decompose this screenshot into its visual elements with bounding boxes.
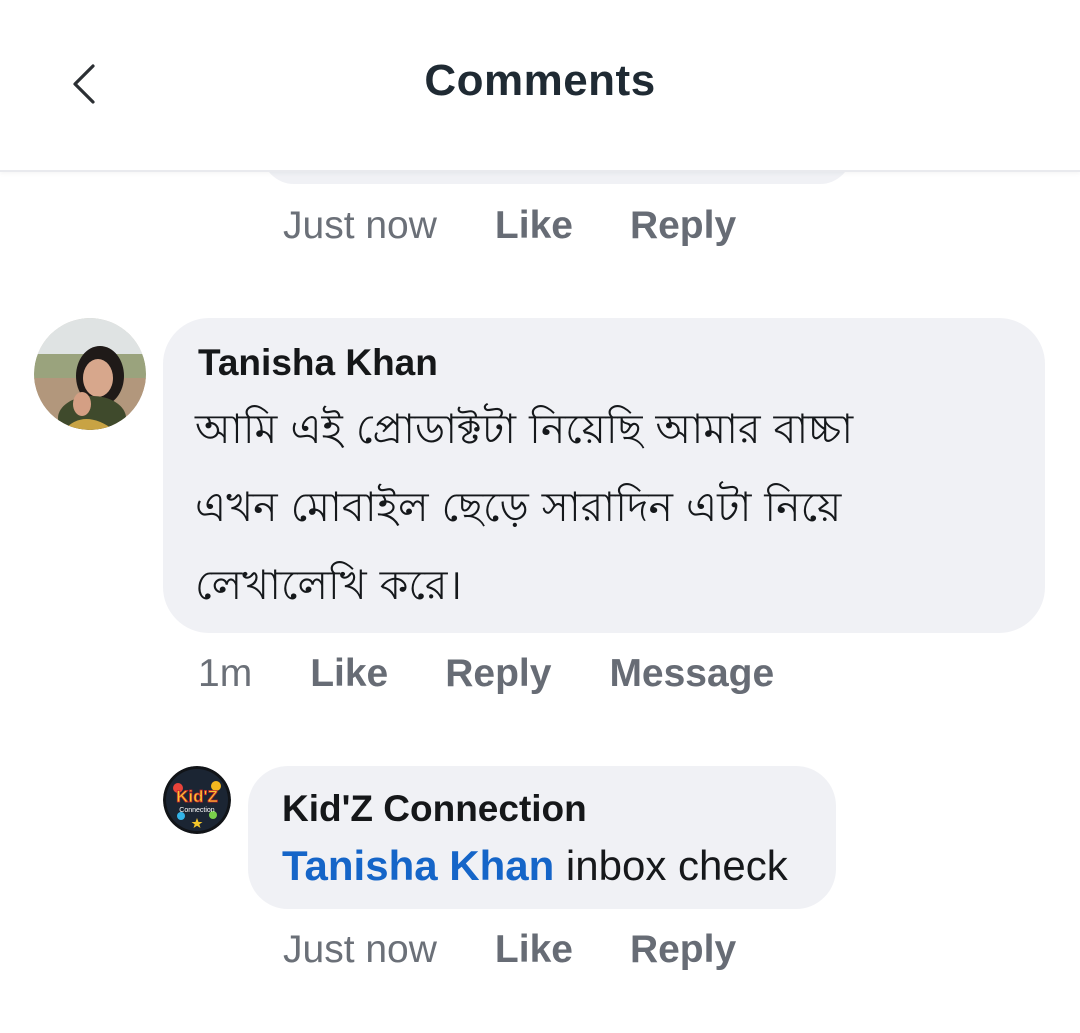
logo-subtitle: Connection	[179, 807, 215, 814]
like-button[interactable]: Like	[495, 928, 573, 972]
reply-button[interactable]: Reply	[630, 928, 736, 972]
page-title: Comments	[424, 56, 656, 105]
user-avatar-photo	[34, 318, 146, 430]
comment-bubble[interactable]: Tanisha Khan আমি এই প্রোডাক্টটা নিয়েছি …	[163, 318, 1045, 633]
reply-actions: Just now Like Reply	[283, 928, 736, 972]
kidz-connection-logo: Kid'Z Connection	[163, 766, 231, 834]
comment-timestamp: Just now	[283, 928, 437, 971]
like-button[interactable]: Like	[310, 652, 388, 696]
like-button[interactable]: Like	[495, 204, 573, 248]
comment-text-line: আমি এই প্রোডাক্টটা নিয়েছি আমার বাচ্চা	[195, 405, 854, 453]
reply-message: inbox check	[554, 842, 788, 889]
avatar[interactable]	[34, 318, 146, 430]
comment-actions: 1m Like Reply Message	[198, 652, 774, 696]
comment-timestamp: 1m	[198, 652, 253, 695]
message-button[interactable]: Message	[609, 652, 774, 696]
top-bar: Comments	[0, 0, 1080, 172]
reply-author-name[interactable]: Kid'Z Connection	[282, 788, 587, 830]
reply-button[interactable]: Reply	[445, 652, 551, 696]
reply-button[interactable]: Reply	[630, 204, 736, 248]
reply-text: Tanisha Khan inbox check	[282, 842, 788, 890]
mention-link[interactable]: Tanisha Khan	[282, 842, 554, 889]
comment-author-name[interactable]: Tanisha Khan	[198, 342, 438, 384]
comment-timestamp: Just now	[283, 204, 437, 247]
comment-text: আমি এই প্রোডাক্টটা নিয়েছি আমার বাচ্চা এ…	[195, 390, 1025, 624]
reply-bubble[interactable]: Kid'Z Connection Tanisha Khan inbox chec…	[248, 766, 836, 909]
comment-text-line: লেখালেখি করে।	[195, 561, 463, 609]
page-avatar[interactable]: Kid'Z Connection	[163, 766, 231, 834]
previous-comment-actions: Just now Like Reply	[283, 204, 736, 248]
logo-wordmark: Kid'Z	[176, 787, 218, 806]
comment-text-line: এখন মোবাইল ছেড়ে সারাদিন এটা নিয়ে	[195, 483, 842, 531]
